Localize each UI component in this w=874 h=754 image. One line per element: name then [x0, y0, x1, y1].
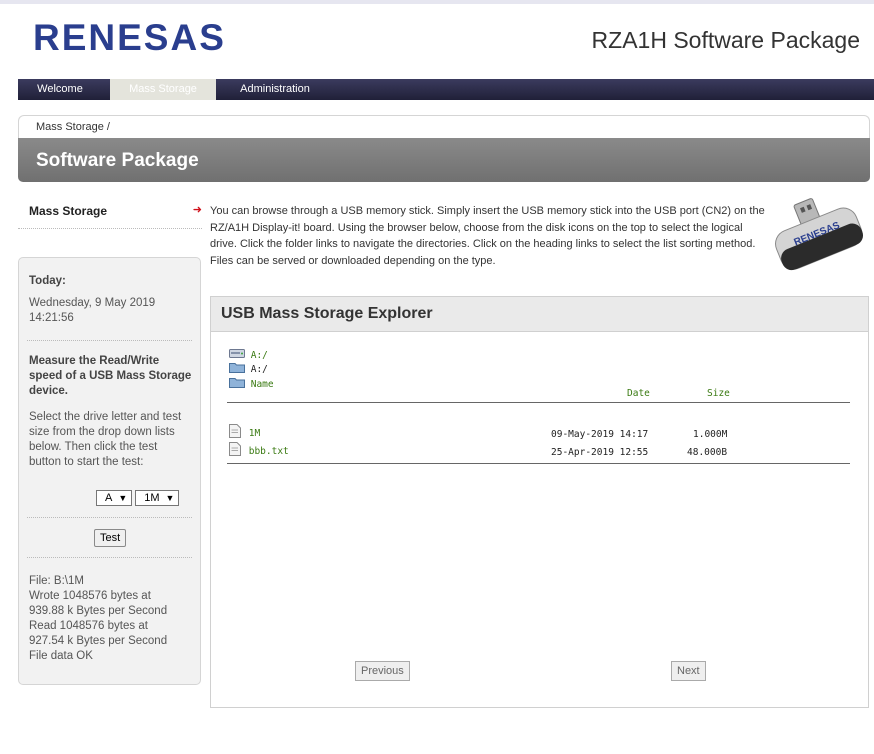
- result-line: 939.88 k Bytes per Second: [29, 605, 168, 617]
- tab-welcome[interactable]: Welcome: [18, 79, 102, 100]
- name-column-label: Name: [250, 379, 274, 390]
- explorer-title: USB Mass Storage Explorer: [221, 305, 433, 322]
- speed-test-panel: Today: Wednesday, 9 May 2019 14:21:56 Me…: [18, 257, 201, 685]
- header-rule: [227, 402, 850, 403]
- result-line: Wrote 1048576 bytes at: [29, 590, 151, 602]
- chevron-down-icon: ▼: [165, 493, 175, 503]
- page-title: Software Package: [36, 150, 199, 171]
- file-row[interactable]: 1M: [229, 424, 260, 439]
- result-line: Read 1048576 bytes at: [29, 620, 148, 632]
- result-line: File: B:\1M: [29, 575, 84, 587]
- name-column-header[interactable]: Name: [229, 376, 274, 390]
- main-nav: Welcome Mass Storage Administration: [18, 79, 874, 100]
- file-icon: [229, 442, 241, 456]
- size-column-header[interactable]: Size: [707, 387, 730, 400]
- size-select-value: 1M: [144, 492, 160, 504]
- tab-mass-storage[interactable]: Mass Storage: [110, 79, 216, 100]
- file-name[interactable]: bbb.txt: [249, 446, 289, 457]
- drive-link-label: A:/: [250, 350, 268, 361]
- result-line: 927.54 k Bytes per Second: [29, 635, 168, 647]
- current-path-label: A:/: [250, 364, 268, 375]
- usb-explorer: USB Mass Storage Explorer A:/ A:/ Name D…: [210, 296, 869, 708]
- divider: [27, 340, 192, 341]
- today-datetime: Wednesday, 9 May 2019 14:21:56: [29, 296, 192, 326]
- file-date: 09-May-2019 14:17: [551, 429, 649, 440]
- folder-icon: [229, 378, 245, 388]
- measure-description: Select the drive letter and test size fr…: [29, 411, 182, 468]
- breadcrumb-bar: Mass Storage /: [18, 115, 870, 138]
- today-time: 14:21:56: [29, 312, 74, 324]
- size-select[interactable]: 1M ▼: [135, 490, 180, 506]
- folder-open-icon: [229, 363, 245, 373]
- footer-rule: [227, 463, 850, 464]
- tab-administration[interactable]: Administration: [225, 79, 325, 100]
- app-title: RZA1H Software Package: [591, 27, 860, 53]
- result-line: File data OK: [29, 650, 93, 662]
- chevron-down-icon: ▼: [118, 493, 128, 503]
- sidebar-item-label: Mass Storage: [29, 204, 108, 218]
- file-icon: [229, 424, 241, 438]
- usb-stick-image: RENESAS: [763, 193, 871, 286]
- explorer-header: USB Mass Storage Explorer: [211, 297, 868, 332]
- logo-text: RENESAS: [33, 18, 226, 58]
- drive-select-value: A: [105, 492, 113, 504]
- current-path: A:/: [229, 361, 268, 375]
- arrow-right-icon: ➜: [192, 204, 202, 216]
- file-name[interactable]: 1M: [249, 428, 260, 439]
- breadcrumb[interactable]: Mass Storage /: [36, 121, 110, 133]
- file-date: 25-Apr-2019 12:55: [551, 447, 649, 458]
- divider: [27, 517, 192, 518]
- test-options: A ▼ 1M ▼: [96, 490, 182, 506]
- section-header: Software Package: [18, 138, 870, 182]
- test-result: File: B:\1M Wrote 1048576 bytes at 939.8…: [29, 574, 192, 664]
- disk-drive-icon: [229, 349, 245, 358]
- file-row[interactable]: bbb.txt: [229, 442, 289, 457]
- file-size: 1.000M: [693, 429, 728, 440]
- next-button[interactable]: Next: [671, 661, 706, 681]
- measure-title: Measure the Read/Write speed of a USB Ma…: [29, 355, 192, 397]
- top-border: [0, 0, 874, 4]
- drive-link-a[interactable]: A:/: [229, 347, 268, 361]
- today-date: Wednesday, 9 May 2019: [29, 297, 156, 309]
- renesas-logo: RENESAS: [33, 17, 243, 63]
- today-label: Today:: [29, 275, 66, 287]
- test-button[interactable]: Test: [94, 529, 127, 547]
- intro-text: You can browse through a USB memory stic…: [210, 205, 765, 267]
- drive-select[interactable]: A ▼: [96, 490, 133, 506]
- previous-button[interactable]: Previous: [355, 661, 410, 681]
- sidebar-item-mass-storage[interactable]: Mass Storage ➜: [18, 200, 202, 229]
- divider: [27, 557, 192, 558]
- date-column-header[interactable]: Date: [627, 387, 650, 400]
- file-size: 48.000B: [687, 447, 728, 458]
